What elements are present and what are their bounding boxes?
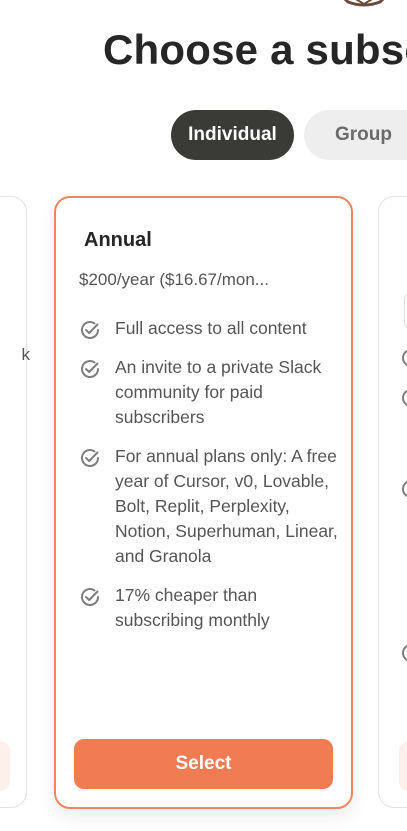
feature-item: 17% cheaper than subscribing monthly xyxy=(79,583,344,633)
page-title: Choose a subscription xyxy=(103,26,407,73)
plan-card-previous-select-button[interactable] xyxy=(0,741,10,791)
plan-card-previous[interactable]: k xyxy=(0,196,30,808)
feature-text: For annual plans only: A free year of Cu… xyxy=(115,446,338,566)
subscription-page: Choose a subscription Individual Group k… xyxy=(0,0,407,831)
check-circle-icon xyxy=(402,644,407,662)
feature-item: For annual plans only: A free year of Cu… xyxy=(79,444,344,569)
plan-card-previous-text: k xyxy=(21,345,31,364)
plan-card-next-select-button[interactable] xyxy=(399,741,407,791)
check-circle-icon xyxy=(81,360,99,378)
check-circle-icon xyxy=(81,321,99,339)
plan-price: $200/year ($16.67/mon... xyxy=(79,270,269,289)
feature-list: Full access to all content An invite to … xyxy=(79,316,344,647)
plan-card-annual[interactable]: Annual $200/year ($16.67/mon... Full acc… xyxy=(54,196,353,809)
check-circle-icon xyxy=(402,389,407,407)
check-circle-icon xyxy=(402,480,407,498)
plan-card-next[interactable] xyxy=(378,196,407,808)
tab-group[interactable]: Group xyxy=(304,110,407,160)
logo-icon xyxy=(343,0,385,7)
plan-name: Annual xyxy=(84,229,152,251)
check-circle-icon xyxy=(402,349,407,367)
feature-item: An invite to a private Slack community f… xyxy=(79,355,344,430)
check-circle-icon xyxy=(81,588,99,606)
check-circle-icon xyxy=(81,449,99,467)
feature-text: An invite to a private Slack community f… xyxy=(115,357,322,427)
feature-text: Full access to all content xyxy=(115,318,307,338)
tab-individual[interactable]: Individual xyxy=(171,110,294,160)
feature-item: Full access to all content xyxy=(79,316,344,341)
select-button[interactable]: Select xyxy=(74,739,333,789)
feature-text: 17% cheaper than subscribing monthly xyxy=(115,585,270,630)
